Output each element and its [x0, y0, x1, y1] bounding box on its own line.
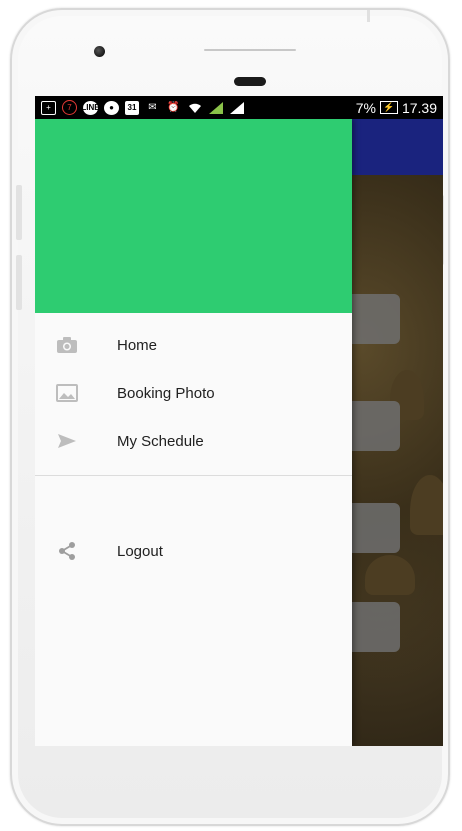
alarm-icon: ⏰	[167, 102, 180, 113]
wifi-icon	[187, 101, 202, 115]
camera-icon	[55, 333, 79, 357]
image-icon	[55, 381, 79, 405]
drawer-menu-secondary: Logout	[35, 527, 352, 575]
frame-notch	[367, 10, 370, 22]
menu-label: Booking Photo	[117, 384, 215, 402]
stupa-shape	[365, 555, 415, 595]
drawer-header	[35, 119, 352, 313]
plus-box-icon: +	[41, 100, 56, 115]
menu-item-my-schedule[interactable]: My Schedule	[35, 417, 352, 465]
earpiece-speaker	[204, 49, 296, 51]
menu-divider	[35, 475, 352, 476]
menu-item-booking-photo[interactable]: Booking Photo	[35, 369, 352, 417]
send-icon	[55, 429, 79, 453]
menu-item-logout[interactable]: Logout	[35, 527, 352, 575]
stupa-shape	[410, 475, 443, 535]
mail-icon: ✉	[148, 102, 157, 113]
proximity-sensor	[234, 77, 266, 86]
menu-item-home[interactable]: Home	[35, 321, 352, 369]
menu-label: Home	[117, 336, 158, 354]
status-time: 17.39	[401, 99, 437, 116]
notification-count-icon: 7	[62, 100, 77, 115]
front-camera-icon	[94, 46, 105, 57]
phone-screen: + 7 LINE ● 31 ✉ ⏰ 7% ⚡ 17.39 Home Bookin…	[35, 96, 443, 746]
signal-icon-2	[229, 101, 244, 115]
drawer-menu-primary: Home Booking Photo My Schedule	[35, 321, 352, 465]
navigation-drawer: Home Booking Photo My Schedule Logout	[35, 119, 352, 746]
status-bar: + 7 LINE ● 31 ✉ ⏰ 7% ⚡ 17.39	[35, 96, 443, 119]
bbm-icon: ●	[104, 100, 119, 115]
menu-label: My Schedule	[117, 432, 204, 450]
menu-label: Logout	[117, 542, 163, 560]
battery-percent: 7%	[355, 99, 376, 116]
line-icon: LINE	[81, 100, 100, 115]
volume-up-button	[16, 185, 22, 240]
share-icon	[55, 539, 79, 563]
calendar-icon: 31	[125, 100, 139, 115]
signal-icon	[208, 101, 223, 115]
volume-down-button	[16, 255, 22, 310]
battery-charging-icon: ⚡	[379, 101, 398, 114]
